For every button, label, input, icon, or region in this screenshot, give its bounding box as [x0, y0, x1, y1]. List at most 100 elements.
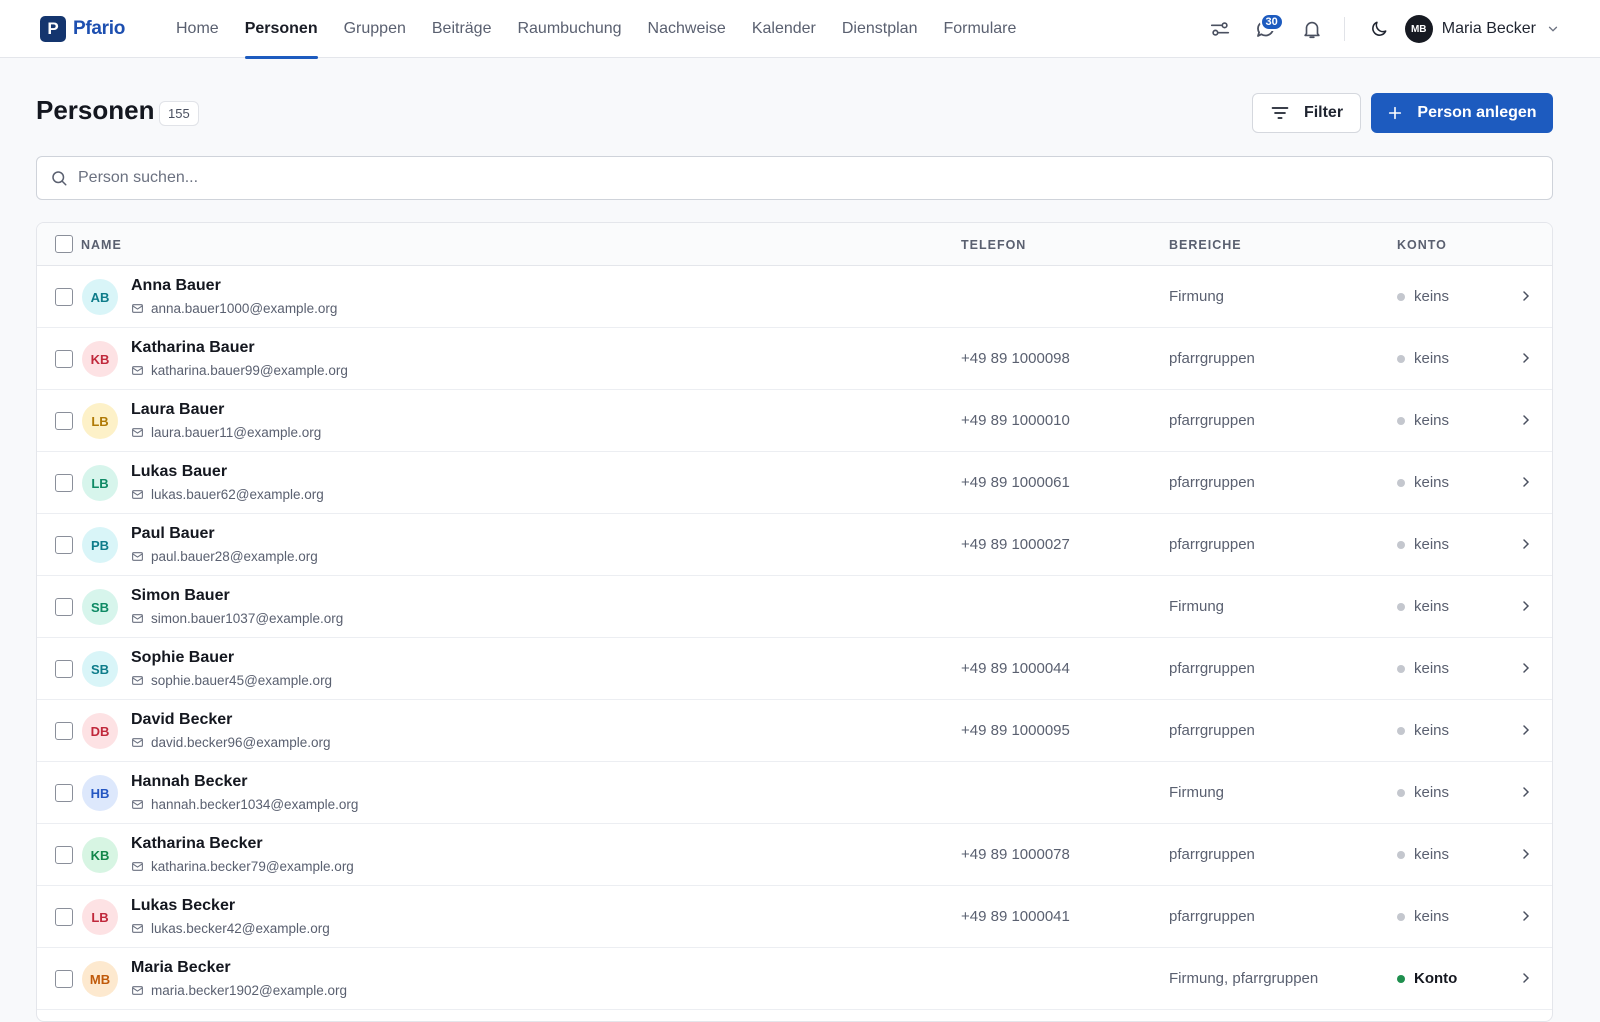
table-row[interactable]: AB Anna Bauer anna.bauer1000@example.org Fi… [37, 266, 1552, 328]
chevron-right-icon[interactable] [1518, 660, 1534, 676]
table-row[interactable]: DB David Becker david.becker96@example.org… [37, 700, 1552, 762]
row-checkbox[interactable] [55, 660, 73, 678]
person-konto-status: keins [1397, 412, 1449, 429]
select-all-checkbox[interactable] [55, 235, 73, 253]
person-email: sophie.bauer45@example.org [131, 673, 332, 688]
mail-icon [131, 674, 144, 687]
person-avatar: LB [82, 465, 118, 501]
column-header-konto[interactable]: Konto [1397, 223, 1447, 266]
chevron-right-icon[interactable] [1518, 474, 1534, 490]
nav-item-home[interactable]: Home [163, 0, 232, 58]
chevron-right-icon[interactable] [1518, 846, 1534, 862]
table-row[interactable]: KB Katharina Becker katharina.becker79@exa… [37, 824, 1552, 886]
person-konto-status: keins [1397, 474, 1449, 491]
table-row[interactable]: LB Laura Bauer laura.bauer11@example.org +4… [37, 390, 1552, 452]
row-checkbox[interactable] [55, 536, 73, 554]
table-row[interactable]: SB Simon Bauer simon.bauer1037@example.org… [37, 576, 1552, 638]
create-person-label: Person anlegen [1417, 104, 1537, 121]
column-header-telefon[interactable]: Telefon [961, 223, 1026, 266]
nav-item-dienstplan[interactable]: Dienstplan [829, 0, 931, 58]
row-checkbox[interactable] [55, 598, 73, 616]
notifications-button[interactable] [1292, 9, 1332, 49]
table-row[interactable]: LB Lukas Bauer lukas.bauer62@example.org +4… [37, 452, 1552, 514]
status-dot [1397, 540, 1405, 549]
theme-toggle-button[interactable] [1359, 9, 1399, 49]
chevron-right-icon[interactable] [1518, 598, 1534, 614]
nav-item-gruppen[interactable]: Gruppen [331, 0, 419, 58]
topbar-divider [1343, 17, 1345, 41]
row-checkbox[interactable] [55, 908, 73, 926]
nav-item-kalender[interactable]: Kalender [739, 0, 829, 58]
person-email: paul.bauer28@example.org [131, 549, 318, 564]
person-bereiche: pfarrgruppen [1169, 846, 1255, 863]
status-dot [1397, 726, 1405, 735]
sliders-icon [1210, 22, 1229, 36]
moon-icon [1371, 21, 1387, 36]
person-email: katharina.becker79@example.org [131, 859, 354, 874]
filter-button[interactable]: Filter [1252, 93, 1361, 133]
chevron-right-icon[interactable] [1518, 908, 1534, 924]
nav-item-personen[interactable]: Personen [232, 0, 331, 59]
person-email-text: maria.becker1902@example.org [151, 983, 348, 998]
person-konto-label: keins [1414, 722, 1450, 739]
chevron-right-icon[interactable] [1518, 722, 1534, 738]
table-row[interactable]: PB Paul Bauer paul.bauer28@example.org +49 … [37, 514, 1552, 576]
mail-icon [131, 984, 144, 997]
person-konto-label: keins [1414, 474, 1450, 491]
page-title: Personen [36, 95, 155, 125]
plus-icon [1387, 105, 1403, 121]
nav-item-beitr-ge[interactable]: Beiträge [419, 0, 505, 58]
app-logo[interactable]: P Pfario [40, 15, 163, 42]
table-row[interactable]: SB Sophie Bauer sophie.bauer45@example.org… [37, 638, 1552, 700]
person-konto-label: keins [1414, 660, 1450, 677]
person-bereiche: pfarrgruppen [1169, 474, 1255, 491]
nav-item-raumbuchung[interactable]: Raumbuchung [504, 0, 634, 58]
row-checkbox[interactable] [55, 722, 73, 740]
person-email: maria.becker1902@example.org [131, 983, 347, 998]
status-dot [1397, 974, 1405, 983]
table-row[interactable]: LB Lukas Becker lukas.becker42@example.org… [37, 886, 1552, 948]
user-menu[interactable]: MB Maria Becker [1404, 15, 1560, 43]
chevron-right-icon[interactable] [1518, 412, 1534, 428]
filter-button-label: Filter [1303, 104, 1344, 121]
preferences-button[interactable] [1200, 9, 1240, 49]
chevron-right-icon[interactable] [1518, 350, 1534, 366]
main-nav: Home Personen Gruppen Beiträge Raumbuchung Na… [163, 0, 1029, 59]
row-checkbox[interactable] [55, 350, 73, 368]
row-checkbox[interactable] [55, 970, 73, 988]
person-bereiche: pfarrgruppen [1169, 722, 1255, 739]
person-avatar: LB [82, 403, 118, 439]
chevron-right-icon[interactable] [1518, 784, 1534, 800]
status-dot [1397, 664, 1405, 673]
person-email: anna.bauer1000@example.org [131, 301, 337, 316]
table-row[interactable]: HB Hannah Becker hannah.becker1034@example… [37, 762, 1552, 824]
row-checkbox[interactable] [55, 846, 73, 864]
nav-item-formulare[interactable]: Formulare [930, 0, 1029, 58]
row-checkbox[interactable] [55, 288, 73, 306]
person-bereiche: Firmung [1169, 288, 1225, 305]
nav-item-nachweise[interactable]: Nachweise [635, 0, 739, 58]
person-name: Paul Bauer [131, 525, 215, 542]
status-dot [1397, 292, 1405, 301]
logo-mark: P [40, 15, 66, 42]
chevron-right-icon[interactable] [1518, 288, 1534, 304]
table-row[interactable]: KB Katharina Bauer katharina.bauer99@examp… [37, 328, 1552, 390]
person-bereiche: pfarrgruppen [1169, 908, 1255, 925]
chevron-right-icon[interactable] [1518, 970, 1534, 986]
column-header-name[interactable]: Name [81, 223, 122, 266]
table-row[interactable]: MB Maria Becker maria.becker1902@example.o… [37, 948, 1552, 1010]
column-header-bereiche[interactable]: Bereiche [1169, 223, 1242, 266]
mail-icon [131, 612, 144, 625]
person-konto-label: keins [1414, 288, 1450, 305]
chevron-right-icon[interactable] [1518, 536, 1534, 552]
row-checkbox[interactable] [55, 474, 73, 492]
row-checkbox[interactable] [55, 784, 73, 802]
row-checkbox[interactable] [55, 412, 73, 430]
person-bereiche: pfarrgruppen [1169, 536, 1255, 553]
messages-button[interactable]: 30 [1246, 9, 1286, 49]
person-name: Simon Bauer [131, 587, 230, 604]
person-email-text: anna.bauer1000@example.org [151, 301, 338, 316]
person-email-text: lukas.bauer62@example.org [151, 487, 324, 502]
create-person-button[interactable]: Person anlegen [1371, 93, 1553, 133]
search-input[interactable] [78, 169, 1478, 187]
